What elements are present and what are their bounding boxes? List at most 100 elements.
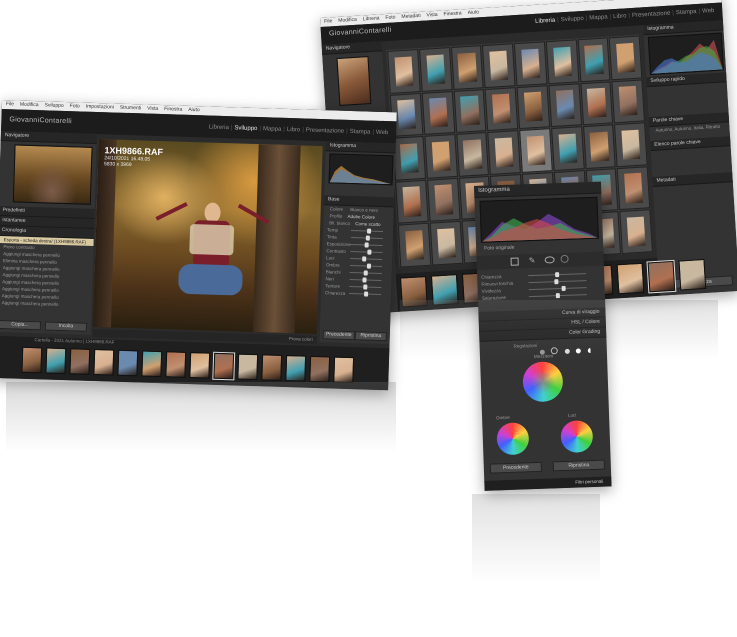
histogram-header[interactable]: Istogramma (325, 141, 396, 154)
filmstrip-thumbnail[interactable] (646, 259, 677, 294)
module-5[interactable]: Stampa (674, 9, 699, 16)
profile-value[interactable]: Adobe Colore (347, 214, 375, 220)
filmstrip-thumbnail[interactable] (309, 355, 331, 383)
grid-thumbnail[interactable] (579, 80, 614, 126)
slider-track[interactable] (528, 285, 587, 292)
slider-knob[interactable] (366, 249, 372, 255)
filmstrip-thumbnail[interactable] (399, 276, 428, 308)
original-photo-label[interactable]: Foto originale (484, 245, 514, 252)
filmstrip-thumbnail[interactable] (333, 356, 355, 384)
slider-track[interactable] (350, 242, 383, 248)
grid-thumbnail[interactable] (614, 122, 648, 167)
slider-knob[interactable] (364, 242, 369, 248)
filmstrip-thumbnail[interactable] (45, 347, 67, 375)
menu-item-7[interactable]: Finestra (164, 106, 182, 113)
slider-knob[interactable] (365, 235, 370, 241)
module-2[interactable]: Mappa (261, 126, 284, 133)
grid-thumbnail[interactable] (455, 132, 490, 177)
grid-thumbnail[interactable] (424, 134, 458, 179)
grid-thumbnail[interactable] (426, 177, 461, 223)
grid-thumbnail[interactable] (582, 124, 616, 169)
grid-thumbnail[interactable] (519, 128, 553, 173)
grid-thumbnail[interactable] (619, 209, 653, 254)
navigator-preview[interactable] (336, 56, 372, 106)
grid-thumbnail[interactable] (418, 47, 453, 92)
reset-button[interactable]: Ripristina (354, 331, 387, 342)
module-4[interactable]: Presentazione (304, 127, 347, 135)
midtones-wheel[interactable] (522, 361, 564, 403)
highlights-wheel[interactable] (560, 420, 594, 454)
slider-knob[interactable] (362, 277, 367, 283)
grid-thumbnail[interactable] (487, 130, 521, 175)
slider-knob[interactable] (561, 285, 566, 292)
grid-thumbnail[interactable] (516, 84, 550, 130)
grid-thumbnail[interactable] (392, 136, 426, 181)
filters-label[interactable]: Filtri personali (575, 479, 603, 485)
slider-knob[interactable] (555, 293, 560, 299)
filmstrip-thumbnail[interactable] (430, 274, 459, 306)
grid-thumbnail[interactable] (421, 90, 455, 136)
slider-track[interactable] (350, 249, 383, 255)
filmstrip-thumbnail[interactable] (261, 354, 283, 381)
slider-track[interactable] (349, 270, 382, 276)
module-6[interactable]: Web (700, 8, 717, 15)
slider-track[interactable] (528, 279, 587, 285)
brush-icon[interactable]: ✎ (528, 256, 535, 265)
filmstrip-thumbnail[interactable] (165, 351, 187, 378)
filmstrip-thumbnail[interactable] (678, 258, 707, 291)
slider-knob[interactable] (555, 272, 560, 278)
slider-knob[interactable] (364, 291, 369, 297)
slider-track[interactable] (349, 291, 382, 297)
crop-icon[interactable] (510, 257, 519, 266)
filmstrip-thumbnail[interactable] (616, 262, 645, 295)
slider-track[interactable] (349, 277, 382, 283)
gear-icon[interactable] (560, 254, 569, 264)
treatment-color[interactable]: Colore (330, 206, 343, 211)
navigator-preview[interactable] (12, 144, 93, 205)
slider-knob[interactable] (367, 263, 372, 269)
filmstrip-thumbnail[interactable] (21, 346, 43, 374)
paste-button[interactable]: Incolla (44, 321, 88, 332)
grid-thumbnail[interactable] (397, 223, 432, 268)
filmstrip-thumbnail[interactable] (93, 349, 115, 376)
module-3[interactable]: Libro (285, 127, 303, 134)
grid-thumbnail[interactable] (387, 49, 421, 94)
menu-item-0[interactable]: File (324, 18, 332, 24)
menu-item-1[interactable]: Modifica (338, 17, 357, 24)
slider-track[interactable] (350, 235, 384, 241)
menu-item-8[interactable]: Aiuto (188, 107, 200, 113)
copy-button[interactable]: Copia... (0, 320, 42, 331)
slider-knob[interactable] (363, 270, 368, 276)
filmstrip-thumbnail[interactable] (141, 350, 163, 378)
grid-thumbnail[interactable] (550, 126, 585, 171)
reset-button[interactable]: Ripristina (552, 459, 605, 472)
menu-item-3[interactable]: Foto (385, 14, 395, 21)
filmstrip-thumbnail[interactable] (189, 352, 211, 379)
slider-knob[interactable] (361, 256, 366, 262)
module-1[interactable]: Sviluppo (559, 16, 586, 24)
slider-track[interactable] (528, 293, 588, 299)
grid-thumbnail[interactable] (545, 39, 579, 84)
grid-thumbnail[interactable] (484, 86, 519, 132)
filmstrip-thumbnail[interactable] (237, 353, 259, 381)
previous-button[interactable]: Precedente (489, 461, 543, 474)
module-0[interactable]: Libreria (533, 18, 557, 25)
slider-track[interactable] (527, 272, 587, 278)
grid-thumbnail[interactable] (616, 166, 651, 211)
slider-track[interactable] (349, 263, 383, 269)
menu-item-4[interactable]: Impostazioni (86, 104, 114, 111)
filmstrip-thumbnail[interactable] (117, 349, 139, 377)
menu-item-6[interactable]: Vista (147, 106, 158, 112)
module-2[interactable]: Mappa (587, 14, 610, 21)
filmstrip-thumbnail[interactable] (212, 351, 236, 381)
grid-thumbnail[interactable] (577, 37, 611, 82)
module-0[interactable]: Libreria (207, 124, 231, 132)
module-1[interactable]: Sviluppo (232, 125, 259, 132)
shadows-wheel[interactable] (496, 422, 530, 456)
grid-thumbnail[interactable] (513, 41, 548, 86)
slider-track[interactable] (350, 256, 383, 262)
filmstrip-thumbnail[interactable] (69, 348, 91, 375)
menu-item-5[interactable]: Strumenti (120, 105, 142, 112)
grid-thumbnail[interactable] (453, 88, 487, 134)
navigator-header[interactable]: Navigatore (0, 130, 97, 144)
